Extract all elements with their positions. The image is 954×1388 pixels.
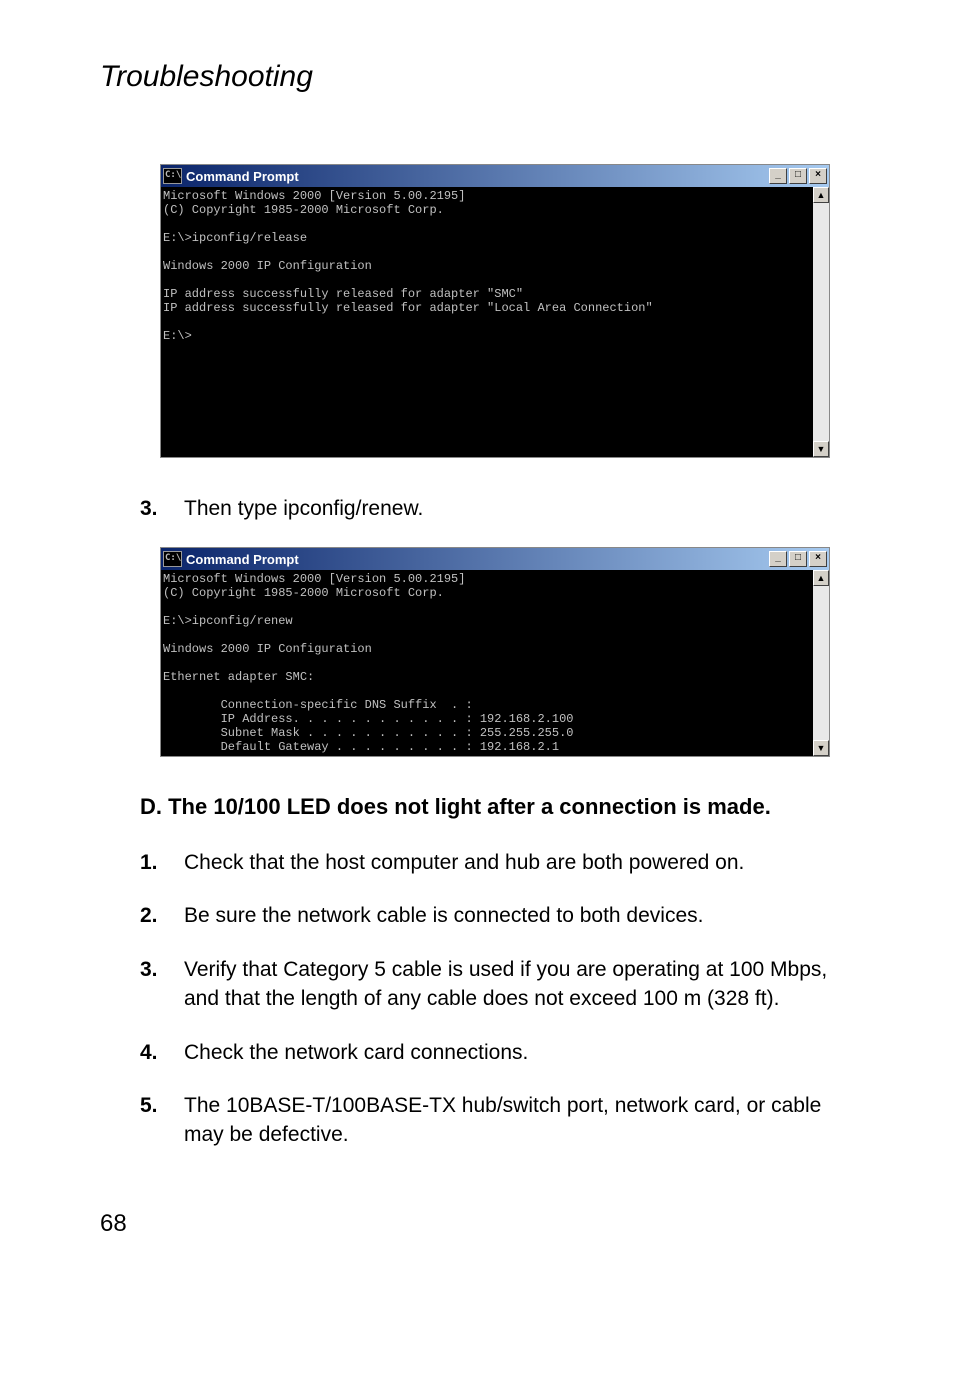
minimize-button[interactable]: _ [769,551,787,567]
step-number: 2. [140,901,184,930]
window-titlebar: C:\ Command Prompt _ □ × [161,165,829,187]
d-step-3: 3. Verify that Category 5 cable is used … [140,955,864,1014]
step-number: 4. [140,1038,184,1067]
d-step-4: 4. Check the network card connections. [140,1038,864,1067]
step-number: 3. [140,955,184,1014]
page-number: 68 [100,1210,864,1238]
window-titlebar: C:\ Command Prompt _ □ × [161,548,829,570]
d-step-2: 2. Be sure the network cable is connecte… [140,901,864,930]
step-number: 1. [140,848,184,877]
step-text: Check the network card connections. [184,1038,864,1067]
cmd-icon: C:\ [163,168,182,184]
command-prompt-window-renew: C:\ Command Prompt _ □ × Microsoft Windo… [160,547,830,757]
d-step-5: 5. The 10BASE-T/100BASE-TX hub/switch po… [140,1091,864,1150]
step-number: 5. [140,1091,184,1150]
cmd-icon: C:\ [163,551,182,567]
step-text: Be sure the network cable is connected t… [184,901,864,930]
close-button[interactable]: × [809,551,827,567]
window-title: Command Prompt [186,552,767,567]
window-title: Command Prompt [186,169,767,184]
scroll-down-icon[interactable]: ▼ [813,740,829,756]
scroll-track[interactable] [813,586,829,740]
step-text: Check that the host computer and hub are… [184,848,864,877]
section-d-heading: D. The 10/100 LED does not light after a… [140,793,864,822]
step-3: 3. Then type ipconfig/renew. [140,494,864,523]
scroll-up-icon[interactable]: ▲ [813,570,829,586]
terminal-output: Microsoft Windows 2000 [Version 5.00.219… [161,570,813,756]
step-text: The 10BASE-T/100BASE-TX hub/switch port,… [184,1091,864,1150]
step-number: 3. [140,494,184,523]
terminal-output: Microsoft Windows 2000 [Version 5.00.219… [161,187,813,457]
maximize-button[interactable]: □ [789,168,807,184]
scroll-up-icon[interactable]: ▲ [813,187,829,203]
minimize-button[interactable]: _ [769,168,787,184]
command-prompt-window-release: C:\ Command Prompt _ □ × Microsoft Windo… [160,164,830,458]
d-step-1: 1. Check that the host computer and hub … [140,848,864,877]
step-text: Then type ipconfig/renew. [184,494,864,523]
scroll-down-icon[interactable]: ▼ [813,441,829,457]
step-text: Verify that Category 5 cable is used if … [184,955,864,1014]
scrollbar[interactable]: ▲ ▼ [813,187,829,457]
section-header: Troubleshooting [100,60,864,94]
close-button[interactable]: × [809,168,827,184]
maximize-button[interactable]: □ [789,551,807,567]
scroll-track[interactable] [813,203,829,441]
scrollbar[interactable]: ▲ ▼ [813,570,829,756]
